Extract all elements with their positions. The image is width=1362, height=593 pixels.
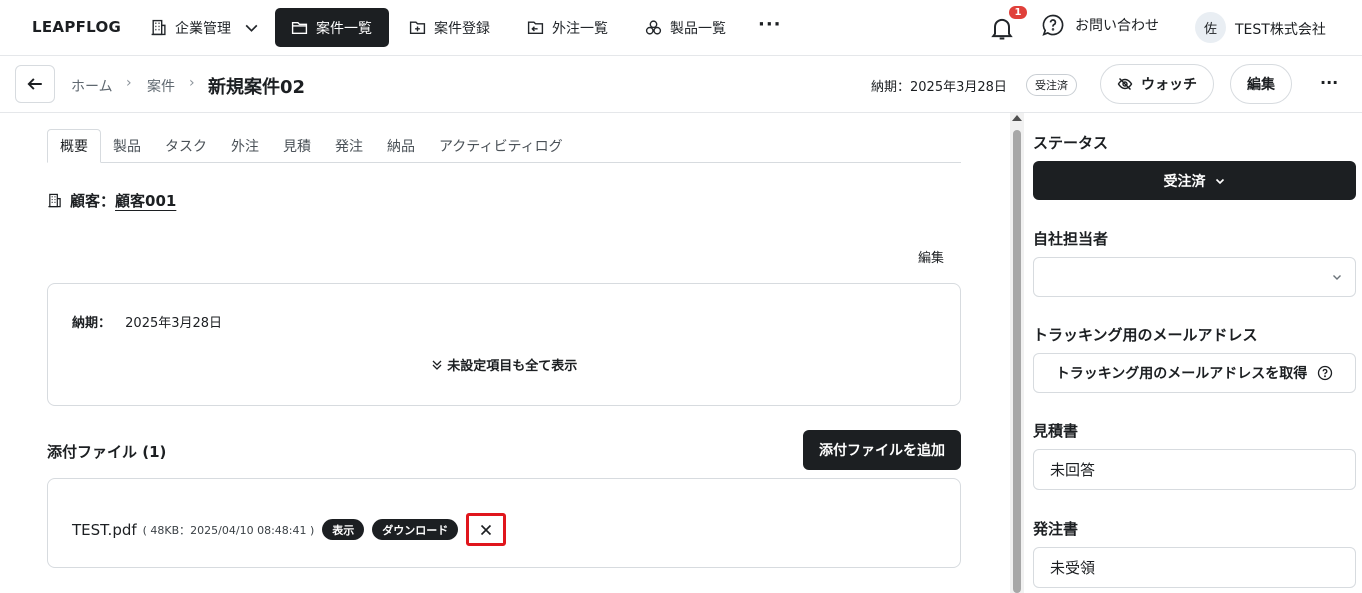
breadcrumb-separator: › — [126, 75, 132, 91]
tab-tasks[interactable]: タスク — [165, 129, 207, 163]
customer-row: 顧客： 顧客001 — [47, 190, 176, 211]
tracking-button-label: トラッキング用のメールアドレスを取得 — [1055, 366, 1308, 382]
tab-quotes[interactable]: 見積 — [283, 129, 311, 163]
show-all-label: 未設定項目も全て表示 — [447, 359, 578, 374]
chevron-down-icon — [245, 24, 258, 32]
edit-overview-button[interactable]: 編集 — [918, 247, 944, 266]
building-icon — [151, 19, 166, 36]
top-nav: LEAPFLOG 企業管理 案件一覧 案件登録 外注一覧 製品一覧 ··· 1 … — [0, 0, 1362, 56]
order-status[interactable]: 未受領 — [1033, 547, 1356, 588]
tab-activity-log[interactable]: アクティビティログ — [439, 129, 563, 163]
show-all-fields-button[interactable]: 未設定項目も全て表示 — [48, 355, 960, 374]
help-circle-icon — [1318, 365, 1333, 381]
company-name[interactable]: TEST株式会社 — [1235, 19, 1326, 39]
chevron-down-icon — [1215, 178, 1224, 184]
tab-products[interactable]: 製品 — [113, 129, 141, 163]
folder-arrow-icon — [527, 21, 544, 35]
cubes-icon — [645, 20, 662, 35]
eye-off-icon — [1117, 78, 1133, 90]
close-icon — [481, 524, 492, 535]
owner-select[interactable] — [1033, 257, 1356, 297]
nav-case-list-label: 案件一覧 — [316, 20, 372, 37]
customer-label: 顧客： — [70, 192, 116, 210]
contact-link[interactable]: お問い合わせ — [1041, 13, 1159, 37]
page-header: ホーム › 案件 › 新規案件02 納期：2025年3月28日 受注済 ウォッチ… — [0, 56, 1362, 113]
due-date: 納期：2025年3月28日 — [871, 80, 1007, 95]
breadcrumb-separator: › — [189, 75, 195, 91]
file-name: TEST.pdf — [72, 520, 137, 539]
nav-product-list[interactable]: 製品一覧 — [629, 8, 742, 47]
file-meta: ( 48KB：2025/04/10 08:48:41 ) — [142, 523, 315, 537]
due-value: 2025年3月28日 — [125, 316, 223, 331]
status-dropdown[interactable]: 受注済 — [1033, 161, 1356, 200]
delete-file-button[interactable] — [466, 513, 507, 546]
nav-case-register[interactable]: 案件登録 — [393, 8, 506, 47]
status-badge: 受注済 — [1026, 74, 1077, 96]
app-logo[interactable]: LEAPFLOG — [32, 18, 121, 36]
nav-company-management-label: 企業管理 — [175, 20, 231, 37]
notification-badge: 1 — [1008, 5, 1028, 20]
question-chat-icon — [1042, 14, 1064, 36]
breadcrumb-cases[interactable]: 案件 — [147, 76, 175, 96]
case-tabs: 概要 製品 タスク 外注 見積 発注 納品 アクティビティログ — [47, 129, 961, 163]
folder-plus-icon — [409, 21, 426, 35]
add-attachment-button[interactable]: 添付ファイルを追加 — [803, 430, 961, 470]
view-file-button[interactable]: 表示 — [322, 519, 365, 540]
nav-outsource-list[interactable]: 外注一覧 — [511, 8, 624, 47]
edit-case-button[interactable]: 編集 — [1230, 64, 1292, 104]
download-file-button[interactable]: ダウンロード — [372, 519, 459, 540]
watch-button[interactable]: ウォッチ — [1100, 64, 1214, 104]
due-label: 納期： — [72, 316, 112, 331]
arrow-left-icon — [27, 78, 42, 90]
order-label: 発注書 — [1033, 520, 1079, 538]
tab-overview[interactable]: 概要 — [47, 129, 101, 163]
attachment-item: TEST.pdf ( 48KB：2025/04/10 08:48:41 ) 表示… — [72, 513, 507, 546]
building-icon — [48, 193, 61, 208]
attachment-card: TEST.pdf ( 48KB：2025/04/10 08:48:41 ) 表示… — [47, 478, 961, 568]
folder-icon — [291, 22, 308, 35]
nav-case-list[interactable]: 案件一覧 — [275, 8, 389, 47]
page-title: 新規案件02 — [208, 77, 306, 98]
scroll-up-arrow[interactable] — [1012, 115, 1022, 121]
attachments-title: 添付ファイル (1) — [47, 443, 167, 461]
nav-more-button[interactable]: ··· — [758, 14, 782, 35]
edit-case-label: 編集 — [1247, 77, 1275, 93]
overview-card: 納期： 2025年3月28日 未設定項目も全て表示 — [47, 283, 961, 406]
due-field: 納期： 2025年3月28日 — [72, 312, 222, 331]
nav-case-register-label: 案件登録 — [434, 20, 490, 37]
scrollbar-thumb[interactable] — [1013, 130, 1021, 593]
watch-label: ウォッチ — [1141, 77, 1197, 93]
get-tracking-email-button[interactable]: トラッキング用のメールアドレスを取得 — [1033, 353, 1356, 393]
nav-product-list-label: 製品一覧 — [670, 20, 726, 37]
breadcrumb-home[interactable]: ホーム — [71, 76, 113, 96]
owner-label: 自社担当者 — [1033, 230, 1109, 248]
customer-link[interactable]: 顧客001 — [115, 190, 176, 211]
nav-outsource-list-label: 外注一覧 — [552, 20, 608, 37]
tab-orders[interactable]: 発注 — [335, 129, 363, 163]
nav-company-management[interactable]: 企業管理 — [134, 8, 276, 47]
add-attachment-label: 添付ファイルを追加 — [819, 443, 945, 459]
contact-label: お問い合わせ — [1075, 18, 1159, 34]
tab-deliveries[interactable]: 納品 — [387, 129, 415, 163]
back-button[interactable] — [15, 65, 55, 103]
quote-label: 見積書 — [1033, 422, 1079, 440]
status-label: ステータス — [1033, 134, 1109, 152]
chevron-down-icon — [1333, 275, 1341, 280]
tracking-label: トラッキング用のメールアドレス — [1033, 326, 1258, 344]
double-chevron-down-icon — [432, 360, 442, 370]
avatar[interactable]: 佐 — [1195, 12, 1226, 43]
header-more-button[interactable]: ··· — [1320, 73, 1338, 92]
quote-status[interactable]: 未回答 — [1033, 449, 1356, 490]
tab-outsource[interactable]: 外注 — [231, 129, 259, 163]
status-value: 受注済 — [1163, 173, 1206, 190]
